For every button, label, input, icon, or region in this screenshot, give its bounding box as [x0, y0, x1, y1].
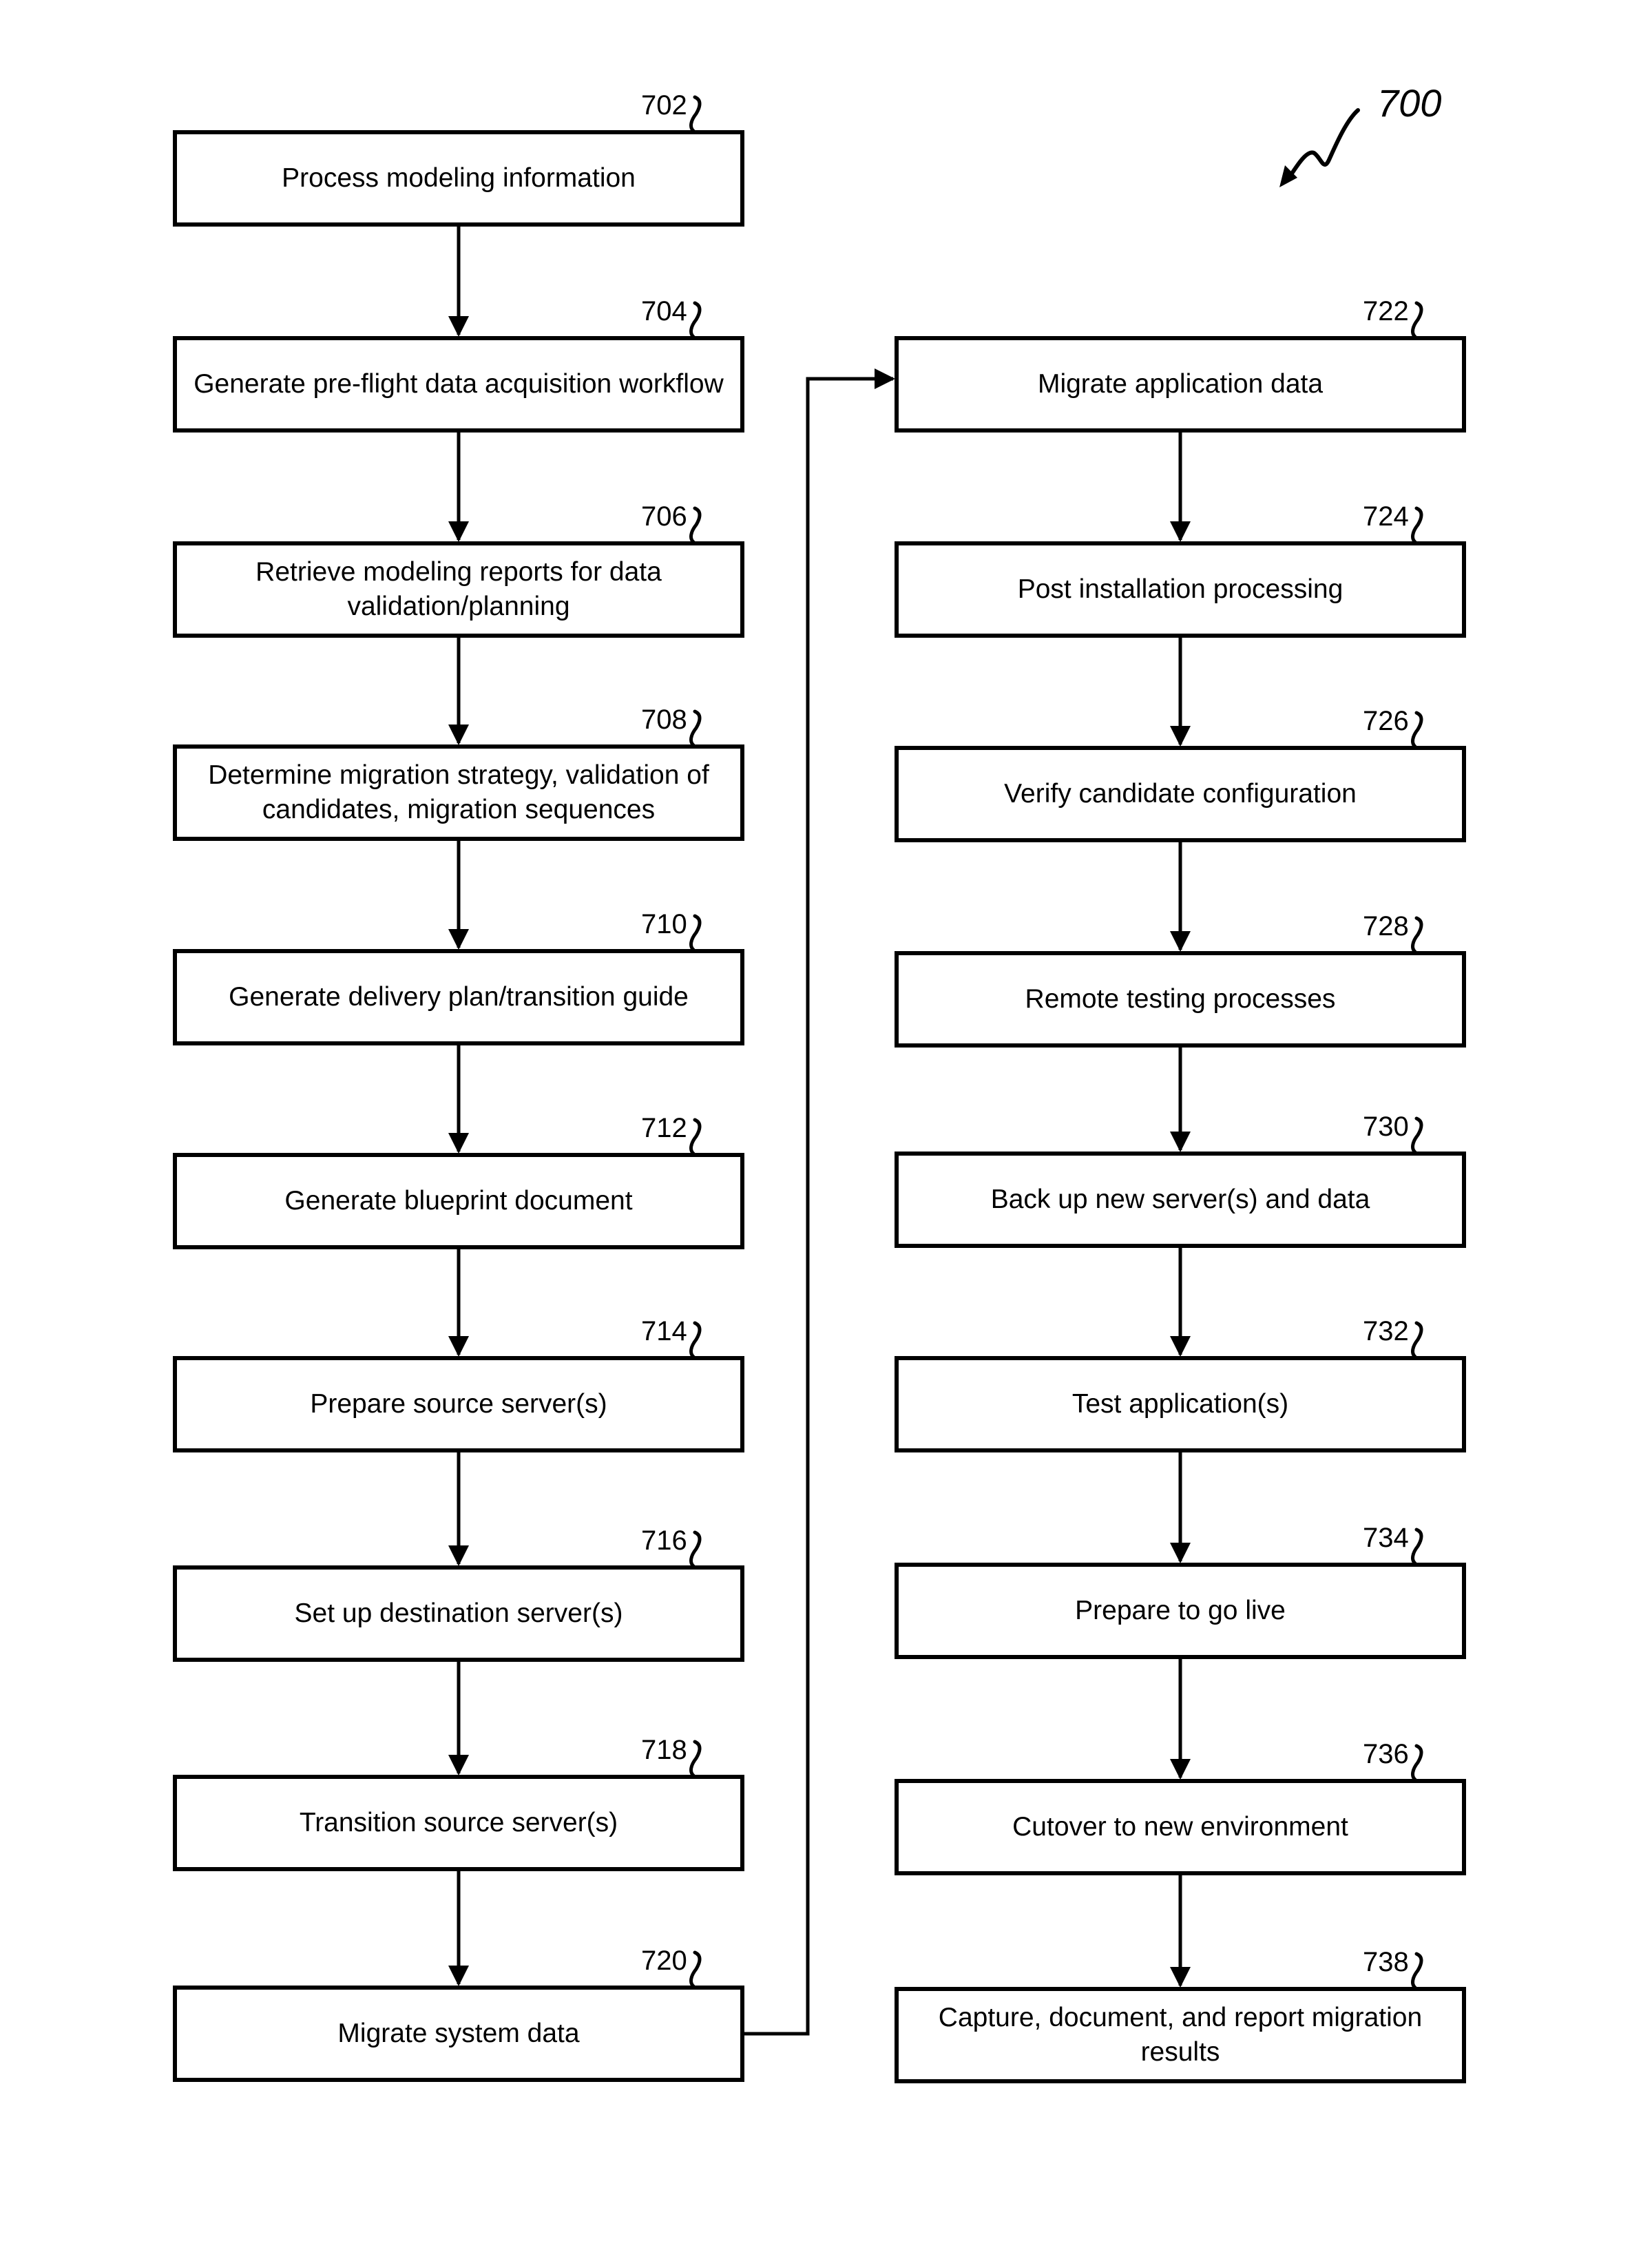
step-reference-number: 718: [641, 1735, 687, 1765]
step-label: Migrate system data: [337, 2019, 580, 2048]
leader-squiggle-icon: [689, 1530, 702, 1568]
step-reference-number: 716: [641, 1525, 687, 1556]
step-label: Process modeling information: [282, 163, 636, 193]
step-box-706: Retrieve modeling reports for data valid…: [173, 541, 744, 638]
step-box-708: Determine migration strategy, validation…: [173, 744, 744, 841]
step-reference-number: 702: [641, 90, 687, 121]
leader-squiggle-icon: [689, 1321, 702, 1359]
leader-squiggle-icon: [689, 1118, 702, 1156]
step-reference-number: 706: [641, 501, 687, 532]
step-label: Retrieve modeling reports for data valid…: [255, 557, 662, 621]
step-reference-number: 714: [641, 1316, 687, 1346]
step-reference-number: 722: [1363, 296, 1409, 326]
leader-squiggle-icon: [689, 301, 702, 339]
leader-squiggle-icon: [1411, 1744, 1423, 1782]
step-label: Post installation processing: [1017, 574, 1343, 604]
step-box-710: Generate delivery plan/transition guide: [173, 949, 744, 1045]
step-label: Determine migration strategy, validation…: [208, 760, 709, 824]
leader-squiggle-icon: [689, 914, 702, 952]
step-box-718: Transition source server(s): [173, 1775, 744, 1871]
step-box-704: Generate pre-flight data acquisition wor…: [173, 336, 744, 433]
step-label: Prepare to go live: [1075, 1596, 1286, 1625]
figure-reference-arrow-icon: [1279, 108, 1360, 187]
step-reference-number: 732: [1363, 1316, 1409, 1346]
leader-squiggle-icon: [1411, 1952, 1423, 1990]
step-label: Cutover to new environment: [1012, 1812, 1348, 1842]
flowchart-canvas: 700 Process modeling information Generate…: [0, 0, 1652, 2261]
step-box-734: Prepare to go live: [895, 1563, 1466, 1659]
figure-reference-number: 700: [1377, 81, 1442, 125]
step-label: Transition source server(s): [299, 1808, 618, 1837]
leader-squiggle-icon: [689, 1950, 702, 1988]
step-label: Migrate application data: [1037, 369, 1324, 399]
step-box-702: Process modeling information: [173, 130, 744, 227]
leader-squiggle-icon: [1411, 916, 1423, 954]
step-box-714: Prepare source server(s): [173, 1356, 744, 1452]
step-label: Back up new server(s) and data: [990, 1185, 1370, 1214]
step-box-724: Post installation processing: [895, 541, 1466, 638]
step-reference-number: 738: [1363, 1947, 1409, 1977]
step-reference-number: 736: [1363, 1739, 1409, 1769]
step-label: Remote testing processes: [1025, 984, 1336, 1014]
step-label: Generate delivery plan/transition guide: [229, 982, 689, 1012]
step-box-738: Capture, document, and report migration …: [895, 1987, 1466, 2083]
leader-squiggle-icon: [689, 95, 702, 133]
leader-squiggle-icon: [1411, 1321, 1423, 1359]
step-reference-number: 724: [1363, 501, 1409, 532]
step-reference-number: 728: [1363, 911, 1409, 941]
step-reference-number: 720: [641, 1946, 687, 1976]
step-reference-number: 730: [1363, 1112, 1409, 1142]
flow-arrow-720-722: [744, 368, 895, 2036]
step-reference-number: 734: [1363, 1523, 1409, 1553]
leader-squiggle-icon: [1411, 506, 1423, 544]
step-box-712: Generate blueprint document: [173, 1153, 744, 1249]
step-box-728: Remote testing processes: [895, 951, 1466, 1048]
leader-squiggle-icon: [1411, 301, 1423, 339]
leader-squiggle-icon: [689, 1740, 702, 1778]
step-box-730: Back up new server(s) and data: [895, 1152, 1466, 1248]
step-reference-number: 726: [1363, 706, 1409, 736]
step-box-736: Cutover to new environment: [895, 1779, 1466, 1875]
step-box-722: Migrate application data: [895, 336, 1466, 433]
step-box-716: Set up destination server(s): [173, 1565, 744, 1662]
step-reference-number: 710: [641, 909, 687, 939]
leader-squiggle-icon: [689, 506, 702, 544]
step-box-732: Test application(s): [895, 1356, 1466, 1452]
step-label: Prepare source server(s): [310, 1389, 607, 1419]
leader-squiggle-icon: [689, 709, 702, 747]
step-box-720: Migrate system data: [173, 1986, 744, 2082]
step-reference-number: 712: [641, 1113, 687, 1143]
step-label: Generate pre-flight data acquisition wor…: [194, 369, 724, 399]
leader-squiggle-icon: [1411, 1116, 1423, 1154]
step-box-726: Verify candidate configuration: [895, 746, 1466, 842]
step-reference-number: 704: [641, 296, 687, 326]
step-label: Test application(s): [1071, 1389, 1289, 1419]
leader-squiggle-icon: [1411, 711, 1423, 749]
leader-squiggle-icon: [1411, 1528, 1423, 1565]
step-reference-number: 708: [641, 705, 687, 735]
step-label: Generate blueprint document: [284, 1186, 633, 1216]
step-label: Capture, document, and report migration …: [938, 2003, 1423, 2067]
step-label: Set up destination server(s): [294, 1598, 623, 1628]
step-label: Verify candidate configuration: [1004, 779, 1357, 809]
